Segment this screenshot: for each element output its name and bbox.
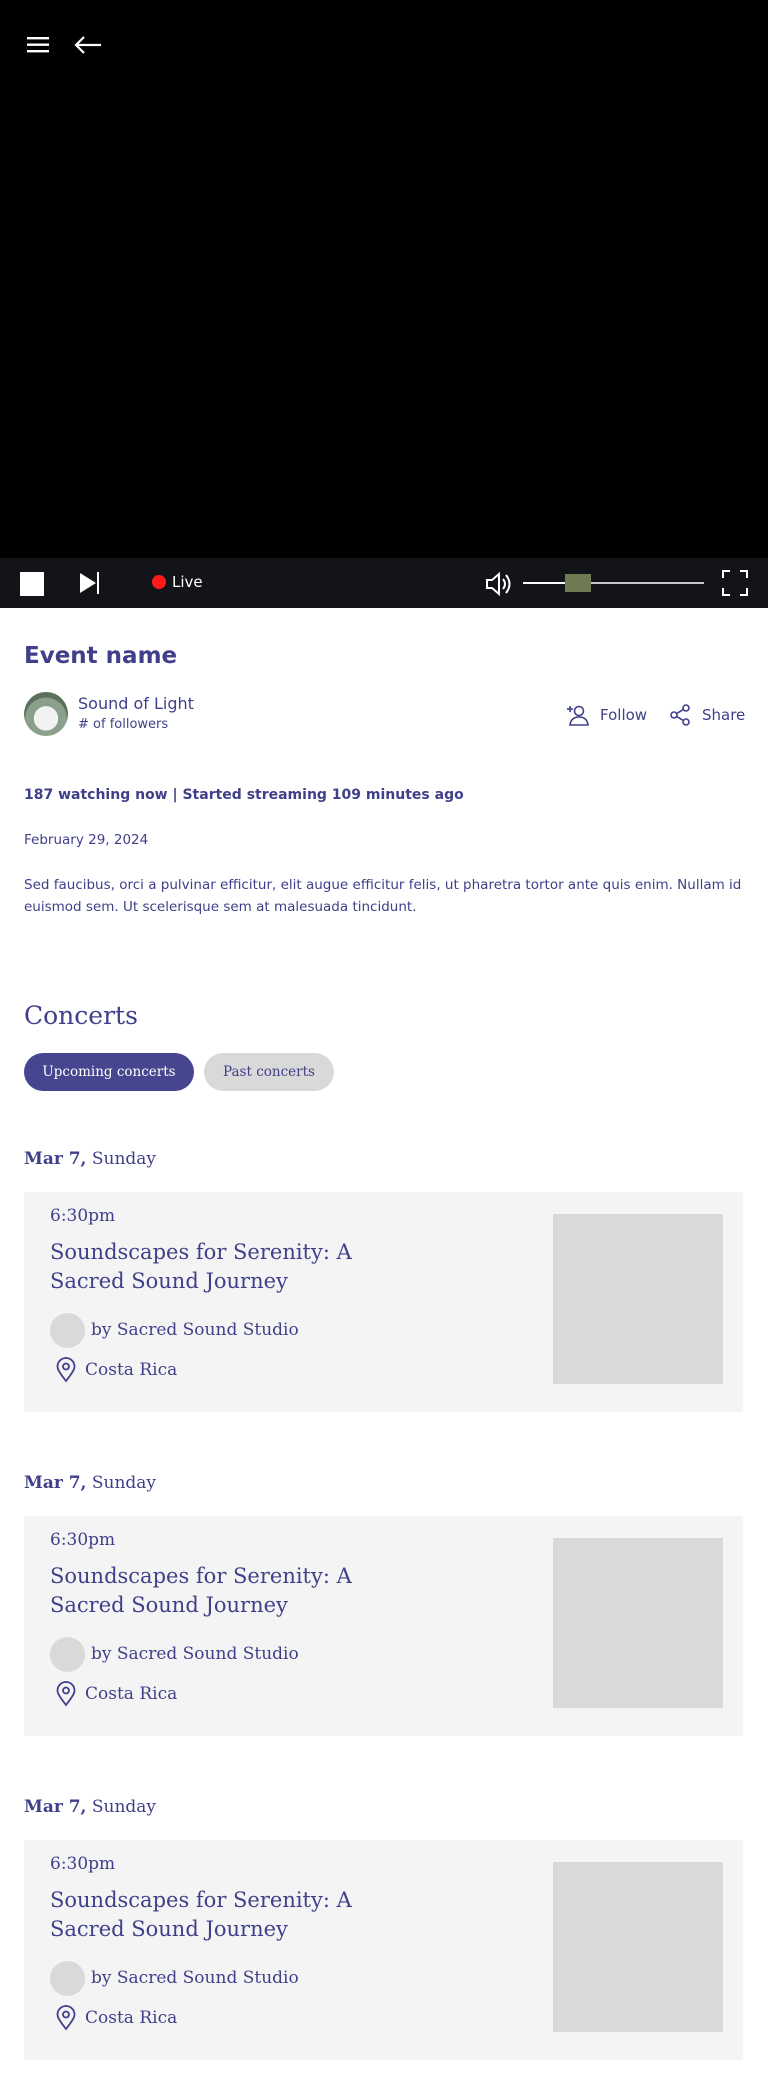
concert-location: Costa Rica (85, 1360, 178, 1380)
event-description: Sed faucibus, orci a pulvinar efficitur,… (24, 877, 742, 915)
organizer-avatar (50, 1313, 85, 1348)
concert-title[interactable]: Soundscapes for Serenity: A Sacred Sound… (50, 1238, 370, 1296)
follow-button[interactable]: Follow (566, 703, 647, 727)
live-indicator: Live (152, 573, 203, 591)
concert-day-header: Mar 7, Sunday (24, 1473, 156, 1493)
location-pin-icon (56, 1357, 76, 1383)
live-label: Live (172, 573, 203, 591)
organizer-avatar (50, 1961, 85, 1996)
concert-organizer[interactable]: by Sacred Sound Studio (91, 1320, 299, 1340)
followers-count: # of followers (78, 717, 169, 732)
event-date: February 29, 2024 (24, 832, 149, 848)
share-icon (670, 704, 690, 726)
concert-day-name: Sunday (91, 1797, 157, 1817)
concert-image (553, 1214, 723, 1384)
follow-label: Follow (600, 706, 648, 724)
concert-time: 6:30pm (50, 1206, 116, 1226)
concert-day-date: Mar 7, (24, 1149, 87, 1169)
concert-location: Costa Rica (85, 2008, 178, 2028)
concert-day-header: Mar 7, Sunday (24, 1797, 156, 1817)
concert-organizer[interactable]: by Sacred Sound Studio (91, 1968, 299, 1988)
share-button[interactable]: Share (668, 703, 745, 727)
live-dot-icon (152, 575, 166, 589)
concert-time: 6:30pm (50, 1854, 116, 1874)
artist-name[interactable]: Sound of Light (78, 694, 194, 713)
volume-icon[interactable] (484, 570, 514, 598)
concert-time: 6:30pm (50, 1530, 116, 1550)
organizer-avatar (50, 1637, 85, 1672)
concert-day-date: Mar 7, (24, 1473, 87, 1493)
concert-day-date: Mar 7, (24, 1797, 87, 1817)
location-pin-icon (56, 1681, 76, 1707)
stop-icon[interactable] (20, 572, 44, 596)
tab-past-concerts[interactable]: Past concerts (204, 1053, 334, 1091)
concert-title[interactable]: Soundscapes for Serenity: A Sacred Sound… (50, 1886, 370, 1944)
share-label: Share (702, 706, 746, 724)
concert-location: Costa Rica (85, 1684, 178, 1704)
back-arrow-icon[interactable] (73, 30, 103, 60)
concert-day-name: Sunday (91, 1149, 157, 1169)
artist-avatar[interactable] (24, 692, 68, 736)
concert-image (553, 1862, 723, 2032)
watching-status: 187 watching now | Started streaming 109… (24, 787, 464, 803)
fullscreen-icon[interactable] (722, 570, 748, 596)
concert-day-header: Mar 7, Sunday (24, 1149, 156, 1169)
concert-card[interactable]: 6:30pm Soundscapes for Serenity: A Sacre… (24, 1192, 743, 1412)
menu-icon[interactable] (24, 30, 54, 60)
concert-organizer[interactable]: by Sacred Sound Studio (91, 1644, 299, 1664)
volume-slider-thumb[interactable] (565, 574, 591, 592)
video-player[interactable] (0, 0, 768, 558)
add-user-icon (567, 705, 589, 726)
concert-card[interactable]: 6:30pm Soundscapes for Serenity: A Sacre… (24, 1516, 743, 1736)
location-pin-icon (56, 2005, 76, 2031)
player-controls: Live (0, 558, 768, 608)
event-title: Event name (24, 643, 178, 669)
concert-image (553, 1538, 723, 1708)
concert-day-name: Sunday (91, 1473, 157, 1493)
skip-next-icon[interactable] (78, 571, 102, 595)
concert-card[interactable]: 6:30pm Soundscapes for Serenity: A Sacre… (24, 1840, 743, 2060)
tab-upcoming-concerts[interactable]: Upcoming concerts (24, 1053, 194, 1091)
concert-title[interactable]: Soundscapes for Serenity: A Sacred Sound… (50, 1562, 370, 1620)
concerts-heading: Concerts (24, 1001, 138, 1030)
volume-slider-fill (523, 582, 565, 584)
